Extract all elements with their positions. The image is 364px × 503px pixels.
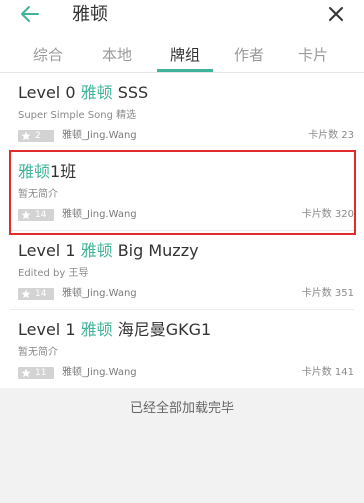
tab-comprehensive[interactable]: 综合: [18, 45, 78, 65]
page-title: 雅顿: [72, 4, 108, 25]
deck-title: 雅顿1班: [18, 162, 77, 181]
deck-title: Level 1 雅顿 海尼曼GKG1: [18, 320, 212, 339]
star-count: 14: [35, 210, 47, 220]
deck-description: 暂无简介: [18, 347, 58, 358]
tab-bar: 综合 本地 牌组 作者 卡片: [0, 32, 364, 73]
deck-author: 雅顿_Jing.Wang: [62, 288, 137, 299]
card-count: 卡片数 141: [301, 367, 354, 378]
star-badge: 2: [18, 130, 54, 142]
deck-description: Super Simple Song 精选: [18, 110, 137, 121]
arrow-left-icon[interactable]: [18, 2, 42, 26]
deck-description: 暂无简介: [18, 189, 58, 200]
star-icon: [21, 131, 31, 141]
deck-author: 雅顿_Jing.Wang: [62, 209, 137, 220]
deck-card[interactable]: 雅顿1班 暂无简介 14 雅顿_Jing.Wang 卡片数 320: [10, 152, 354, 231]
star-count: 2: [35, 131, 41, 141]
tab-local[interactable]: 本地: [87, 45, 147, 65]
star-badge: 14: [18, 288, 54, 300]
tab-cards[interactable]: 卡片: [283, 45, 343, 65]
star-badge: 14: [18, 209, 54, 221]
tab-decks[interactable]: 牌组: [155, 45, 215, 65]
deck-title: Level 1 雅顿 Big Muzzy: [18, 241, 199, 260]
close-icon[interactable]: [326, 4, 346, 24]
deck-card[interactable]: Level 0 雅顿 SSS Super Simple Song 精选 2 雅顿…: [10, 73, 354, 152]
deck-author: 雅顿_Jing.Wang: [62, 130, 137, 141]
deck-description: Edited by 王导: [18, 268, 89, 279]
card-count: 卡片数 351: [301, 288, 354, 299]
tab-authors[interactable]: 作者: [219, 45, 279, 65]
top-bar: 雅顿: [0, 0, 364, 32]
card-count: 卡片数 23: [308, 130, 354, 141]
deck-author: 雅顿_Jing.Wang: [62, 367, 137, 378]
deck-card[interactable]: Level 1 雅顿 Big Muzzy Edited by 王导 14 雅顿_…: [10, 231, 354, 310]
deck-card[interactable]: Level 1 雅顿 海尼曼GKG1 暂无简介 11 雅顿_Jing.Wang …: [10, 310, 354, 388]
deck-title: Level 0 雅顿 SSS: [18, 83, 149, 102]
star-count: 14: [35, 289, 47, 299]
star-icon: [21, 210, 31, 220]
star-icon: [21, 289, 31, 299]
star-count: 11: [35, 368, 47, 378]
end-of-list-text: 已经全部加载完毕: [129, 401, 234, 416]
active-tab-indicator: [157, 69, 213, 72]
star-icon: [21, 368, 31, 378]
deck-list: Level 0 雅顿 SSS Super Simple Song 精选 2 雅顿…: [0, 73, 364, 388]
card-count: 卡片数 320: [301, 209, 354, 220]
star-badge: 11: [18, 367, 54, 379]
